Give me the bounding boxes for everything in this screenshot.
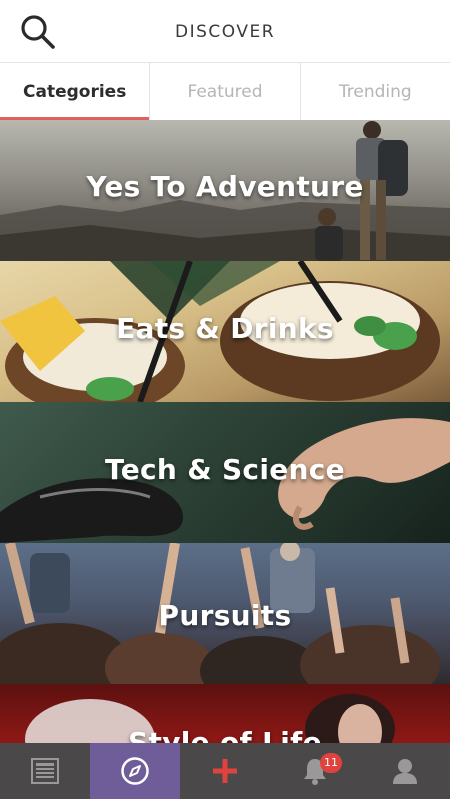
search-button[interactable] — [18, 12, 58, 52]
category-label: Eats & Drinks — [116, 312, 334, 345]
category-label: Pursuits — [158, 599, 292, 632]
category-card-eats-drinks[interactable]: Eats & Drinks — [0, 261, 450, 402]
feed-icon — [31, 758, 59, 784]
category-card-pursuits[interactable]: Pursuits — [0, 543, 450, 684]
category-card-tech-science[interactable]: Tech & Science — [0, 402, 450, 543]
category-card-style-of-life[interactable]: Style of Life — [0, 684, 450, 743]
tab-trending[interactable]: Trending — [299, 63, 450, 120]
nav-feed[interactable] — [0, 743, 90, 799]
compass-icon — [121, 757, 149, 785]
category-list: Yes To Adventure Eats & Drinks Tech & Sc — [0, 120, 450, 743]
category-label: Tech & Science — [105, 453, 345, 486]
page-title: DISCOVER — [174, 22, 276, 42]
notification-badge: 11 — [320, 753, 342, 773]
nav-create[interactable] — [180, 743, 270, 799]
profile-icon — [393, 759, 417, 784]
category-label: Style of Life — [128, 726, 322, 743]
nav-profile[interactable] — [360, 743, 450, 799]
tab-bar: Categories Featured Trending — [0, 62, 450, 120]
tab-categories[interactable]: Categories — [0, 63, 150, 120]
plus-icon — [213, 759, 237, 783]
app-header: DISCOVER — [0, 0, 450, 62]
nav-notifications[interactable]: 11 — [270, 743, 360, 799]
search-icon — [21, 15, 55, 49]
nav-discover[interactable] — [90, 743, 180, 799]
bottom-nav: 11 — [0, 743, 450, 799]
tab-featured[interactable]: Featured — [149, 63, 299, 120]
category-card-adventure[interactable]: Yes To Adventure — [0, 120, 450, 261]
category-label: Yes To Adventure — [86, 170, 364, 203]
